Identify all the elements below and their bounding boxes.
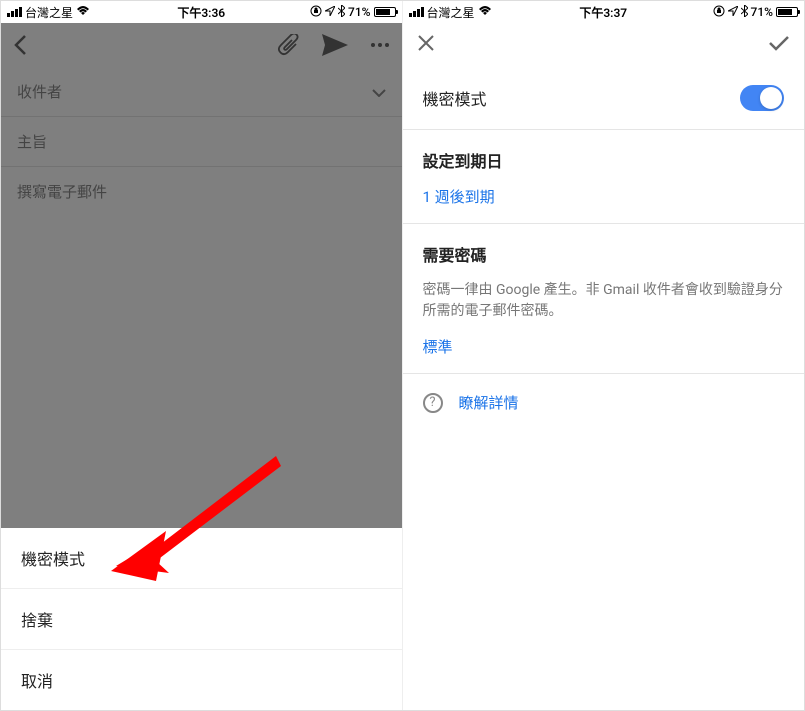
expiry-value[interactable]: 1 週後到期 bbox=[423, 186, 785, 207]
action-cancel[interactable]: 取消 bbox=[1, 649, 402, 710]
passcode-title: 需要密碼 bbox=[423, 242, 785, 266]
action-confidential-mode[interactable]: 機密模式 bbox=[1, 528, 402, 588]
wifi-icon bbox=[76, 5, 90, 19]
clock-label: 下午3:37 bbox=[579, 4, 627, 21]
confidential-mode-toggle-row: 機密模式 bbox=[403, 67, 805, 129]
orientation-lock-icon bbox=[713, 5, 725, 20]
passcode-section: 需要密碼 密碼一律由 Google 產生。非 Gmail 收件者會收到驗證身分所… bbox=[403, 224, 805, 373]
battery-icon bbox=[776, 7, 798, 17]
action-discard[interactable]: 捨棄 bbox=[1, 588, 402, 649]
passcode-description: 密碼一律由 Google 產生。非 Gmail 收件者會收到驗證身分所需的電子郵… bbox=[423, 280, 785, 322]
wifi-icon bbox=[478, 5, 492, 19]
carrier-label: 台灣之星 bbox=[427, 4, 475, 21]
status-bar-right: 台灣之星 下午3:37 71% bbox=[403, 1, 805, 23]
carrier-label: 台灣之星 bbox=[25, 4, 73, 21]
close-button[interactable] bbox=[417, 33, 435, 58]
location-icon bbox=[325, 5, 335, 19]
help-icon: ? bbox=[423, 393, 443, 413]
confirm-button[interactable] bbox=[768, 35, 790, 55]
location-icon bbox=[728, 5, 738, 19]
confidential-mode-toggle[interactable] bbox=[740, 85, 784, 111]
orientation-lock-icon bbox=[310, 5, 322, 20]
left-phone-compose: 台灣之星 下午3:36 71% bbox=[1, 1, 403, 710]
signal-icon bbox=[409, 7, 424, 17]
status-bar-left: 台灣之星 下午3:36 71% bbox=[1, 1, 402, 23]
bluetooth-icon bbox=[338, 5, 345, 20]
signal-icon bbox=[7, 7, 22, 17]
learn-more-link[interactable]: 瞭解詳情 bbox=[459, 392, 519, 413]
action-sheet: 機密模式 捨棄 取消 bbox=[1, 528, 402, 710]
clock-label: 下午3:36 bbox=[177, 4, 225, 21]
right-phone-settings: 台灣之星 下午3:37 71% bbox=[403, 1, 805, 710]
settings-header bbox=[403, 23, 805, 67]
expiry-title: 設定到期日 bbox=[423, 148, 785, 172]
learn-more-row[interactable]: ? 瞭解詳情 bbox=[403, 374, 805, 431]
bluetooth-icon bbox=[741, 5, 748, 20]
confidential-mode-label: 機密模式 bbox=[423, 86, 487, 110]
battery-icon bbox=[374, 7, 396, 17]
expiry-section: 設定到期日 1 週後到期 bbox=[403, 130, 805, 223]
passcode-value[interactable]: 標準 bbox=[423, 336, 785, 357]
battery-percent: 71% bbox=[751, 5, 773, 19]
battery-percent: 71% bbox=[348, 5, 370, 19]
